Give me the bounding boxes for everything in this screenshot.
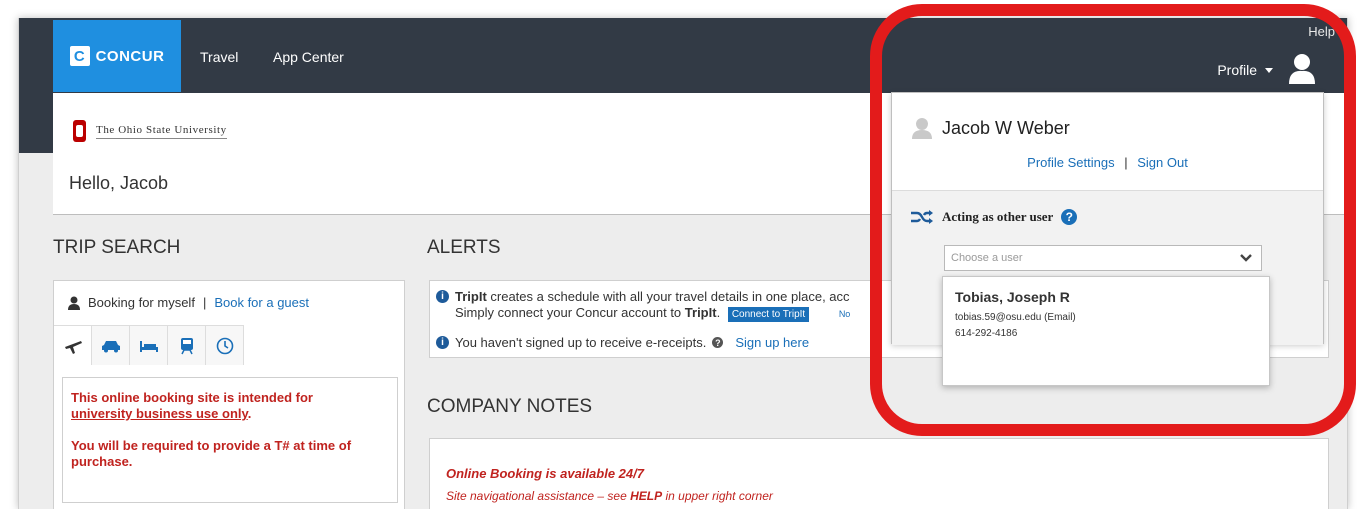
ereceipt-text: You haven't signed up to receive e-recei… — [455, 335, 707, 350]
notes-line-2-pre: Site navigational assistance – see — [446, 489, 631, 503]
osu-logo: The Ohio State University — [73, 120, 227, 142]
car-icon — [101, 340, 120, 352]
notice-line-3: You will be required to provide a T# at … — [71, 438, 352, 469]
connect-tripit-button[interactable]: Connect to TripIt — [727, 307, 810, 322]
concur-logo[interactable]: C CONCUR — [53, 20, 181, 92]
tab-flight[interactable] — [54, 325, 92, 365]
booking-for-row: Booking for myself | Book for a guest — [68, 295, 309, 310]
separator: | — [202, 295, 207, 310]
osu-name: The Ohio State University — [96, 124, 227, 139]
flight-icon — [64, 340, 82, 354]
notes-line-2-bold: HELP — [630, 489, 663, 503]
hotel-icon — [139, 340, 158, 352]
ereceipt-alert: i You haven't signed up to receive e-rec… — [436, 335, 809, 351]
notes-line-2-post: in upper right corner — [662, 489, 773, 503]
concur-mark-icon: C — [69, 46, 90, 66]
tripit-line2-bold: TripIt — [684, 305, 717, 320]
book-for-guest-link[interactable]: Book for a guest — [214, 295, 309, 310]
tripit-line2-post: . — [716, 305, 721, 320]
booking-for-myself[interactable]: Booking for myself — [88, 295, 195, 310]
clock-icon — [216, 337, 233, 354]
alerts-title: ALERTS — [427, 237, 501, 258]
notice-line-1: This online booking site is intended for — [71, 390, 313, 405]
tripit-text: creates a schedule with all your travel … — [486, 289, 850, 304]
red-highlight-outline — [870, 4, 1356, 436]
tripit-bold: TripIt — [455, 289, 487, 304]
tripit-alert: i TripIt creates a schedule with all you… — [436, 289, 850, 323]
tripit-line2-pre: Simply connect your Concur account to — [455, 305, 685, 320]
info-icon: i — [436, 336, 449, 349]
greeting: Hello, Jacob — [69, 173, 169, 193]
tab-train[interactable] — [168, 325, 206, 365]
sign-up-link[interactable]: Sign up here — [735, 335, 809, 351]
trip-search-title: TRIP SEARCH — [53, 237, 181, 258]
trip-search-panel: Booking for myself | Book for a guest Th… — [53, 280, 405, 509]
trip-type-tabs — [54, 325, 294, 365]
notes-line-1: Online Booking is available 24/7 — [446, 466, 644, 481]
tab-hotel[interactable] — [130, 325, 168, 365]
nav-app-center[interactable]: App Center — [273, 49, 344, 65]
help-icon[interactable]: ? — [712, 337, 724, 348]
notice-line-2-suffix: . — [247, 406, 252, 421]
notice-line-2: university business use only — [71, 406, 248, 421]
nav-travel[interactable]: Travel — [200, 49, 238, 65]
tab-recent[interactable] — [206, 325, 244, 365]
info-icon: i — [436, 290, 449, 303]
tab-car[interactable] — [92, 325, 130, 365]
tripit-no-link[interactable]: No — [839, 309, 851, 319]
concur-logo-text: CONCUR — [95, 47, 165, 65]
train-icon — [180, 337, 193, 354]
company-notes-panel: Online Booking is available 24/7 Site na… — [429, 438, 1329, 509]
company-notes-title: COMPANY NOTES — [427, 396, 593, 417]
booking-notice: This online booking site is intended for… — [62, 377, 398, 503]
person-icon — [68, 296, 80, 310]
osu-block-o-icon — [73, 120, 86, 142]
